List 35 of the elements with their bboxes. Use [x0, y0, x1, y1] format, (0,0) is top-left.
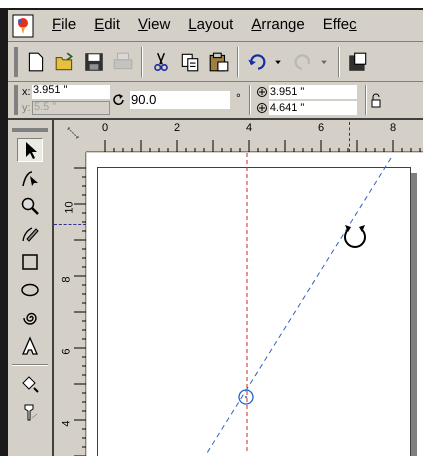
lock-icon[interactable] — [370, 92, 381, 108]
field-label: x: — [22, 86, 32, 98]
degree-label: ° — [236, 90, 241, 107]
center-y-icon — [254, 102, 268, 114]
input-field[interactable]: 3.951 " — [268, 85, 357, 99]
menu-item[interactable]: View — [138, 14, 170, 37]
ruler-number: 8 — [390, 123, 396, 134]
ruler-number: 4 — [246, 123, 252, 134]
rotate-cursor-icon — [344, 225, 366, 248]
app-logo-icon[interactable] — [12, 14, 34, 38]
rotate-icon — [112, 93, 126, 107]
ruler-number: 2 — [174, 123, 180, 134]
position-marker — [54, 224, 86, 225]
ruler-number: 8 — [62, 276, 73, 283]
ruler-number: 4 — [62, 420, 73, 427]
field-label: y: — [22, 102, 32, 114]
angle-field[interactable]: 90.0 — [130, 91, 230, 109]
center-x-icon — [254, 86, 268, 98]
ruler-number: 0 — [102, 123, 108, 134]
rotation-center-icon[interactable] — [238, 389, 254, 405]
menu-item[interactable]: Effec — [322, 14, 357, 37]
clipboard-icon[interactable] — [208, 50, 230, 72]
position-marker — [349, 122, 350, 152]
ruler-number: 10 — [64, 201, 76, 214]
menu-item[interactable]: Edit — [94, 14, 120, 37]
menu-item[interactable]: File — [52, 14, 76, 37]
menu-item[interactable]: Layout — [188, 14, 234, 37]
ruler-number: 6 — [62, 348, 73, 355]
ruler-number: 6 — [318, 123, 324, 134]
input-field[interactable]: 4.641 " — [268, 101, 357, 115]
ruler-origin-icon[interactable] — [66, 126, 80, 140]
menu-item[interactable]: Arrange — [251, 14, 305, 37]
input-field[interactable]: 3.951 " — [32, 85, 110, 99]
guideline[interactable] — [246, 153, 248, 453]
arrow-pointer-icon[interactable] — [17, 138, 43, 162]
